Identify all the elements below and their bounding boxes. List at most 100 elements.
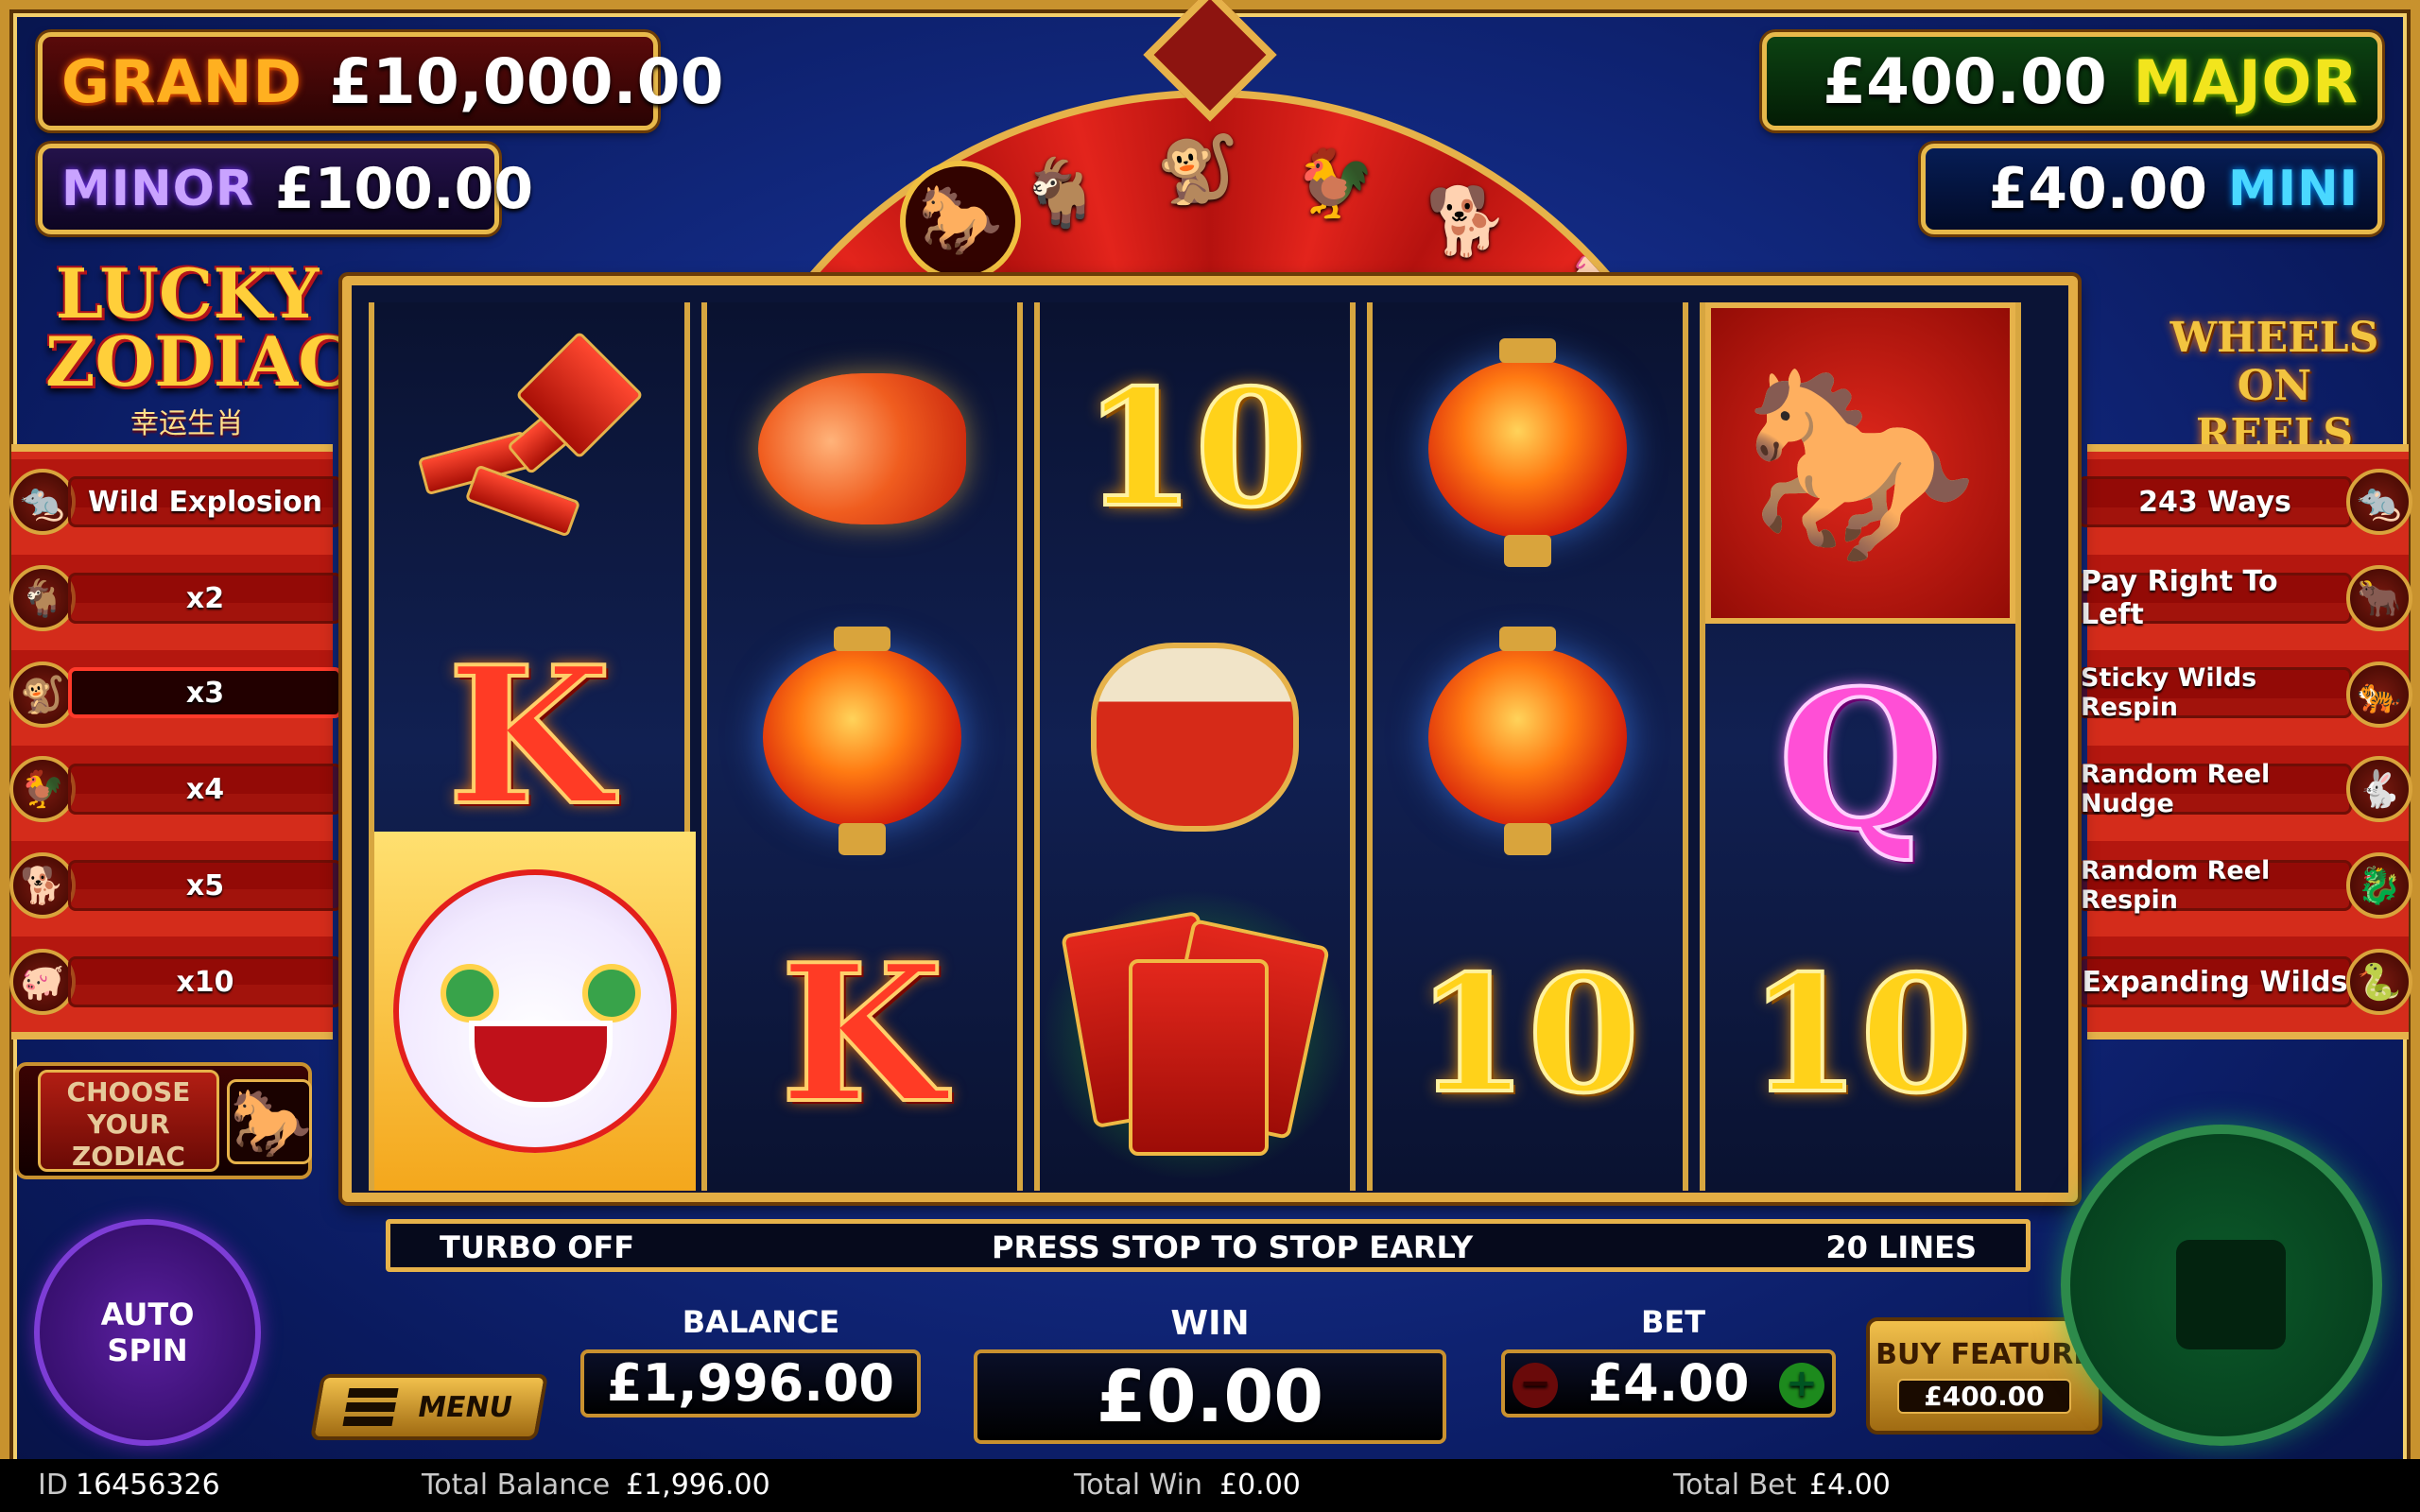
symbol-lantern (1373, 591, 1683, 884)
symbol-10: 10 (1373, 888, 1683, 1181)
symbol-10-text: 10 (1414, 940, 1642, 1129)
autospin-button[interactable]: AUTO SPIN (34, 1219, 261, 1446)
horse-icon: 🐎 (1742, 352, 1979, 574)
jackpot-mini: £40.00 MINI (1921, 144, 2382, 234)
feature-label: x4 (185, 772, 225, 806)
symbol-k-text: K (778, 923, 946, 1145)
dog-icon: 🐕 (9, 852, 76, 919)
logo-line-1: LUCKY (55, 253, 320, 334)
jackpot-grand-value: £10,000.00 (328, 44, 724, 118)
total-bet-value: £4.00 (1809, 1469, 1891, 1502)
autospin-label: AUTO SPIN (100, 1297, 195, 1368)
feature-x10: x10 (68, 956, 342, 1007)
lucky-zodiac-logo: LUCKY ZODIAC 幸运生肖 (45, 253, 353, 441)
win-value: £0.00 (974, 1349, 1446, 1444)
stop-hint: PRESS STOP TO STOP EARLY (992, 1229, 1474, 1265)
goat-icon: 🐐 (9, 565, 76, 631)
feature-label: x3 (185, 676, 225, 710)
reel-2: K (701, 302, 1023, 1191)
win-label: WIN (1170, 1304, 1250, 1343)
feature-label: x2 (185, 581, 225, 615)
rat-icon: 🐀 (9, 469, 76, 535)
choose-zodiac-panel[interactable]: CHOOSE YOUR ZODIAC 🐎 (15, 1062, 312, 1179)
bet-label: BET (1640, 1304, 1706, 1340)
logo-line-2: ZODIAC (45, 321, 353, 402)
jackpot-major-value: £400.00 (1823, 44, 2107, 118)
dragon-icon: 🐉 (2346, 852, 2412, 919)
menu-button[interactable]: MENU (309, 1374, 549, 1440)
symbol-k-text: K (445, 626, 614, 848)
feature-label: Wild Explosion (88, 485, 322, 519)
feature-label: Random Reel Respin (2081, 856, 2271, 915)
feature-x3: x3 (68, 667, 342, 718)
buy-feature-label: BUY FEATURE (1876, 1338, 2093, 1371)
symbol-q: Q (1705, 614, 2015, 907)
jackpot-major-label: MAJOR (2133, 46, 2359, 116)
symbol-10: 10 (1705, 888, 2015, 1181)
jackpot-mini-label: MINI (2228, 161, 2359, 217)
feature-pay-right-to-left: Pay Right To Left (2078, 565, 2352, 631)
balance-value: £1,996.00 (580, 1349, 921, 1418)
feature-label: x5 (185, 868, 225, 902)
feature-random-reel-respin: Random Reel Respin (2078, 856, 2352, 915)
reel-3: 10 (1034, 302, 1356, 1191)
monkey-icon: 🐒 (1156, 130, 1239, 208)
total-balance-value: £1,996.00 (626, 1469, 770, 1502)
rooster-icon: 🐓 (1293, 145, 1376, 222)
jackpot-minor-label: MINOR (61, 161, 254, 217)
feature-label: 243 Ways (2138, 485, 2291, 519)
tiger-icon: 🐅 (2346, 662, 2412, 728)
feature-wild-explosion: Wild Explosion (68, 476, 342, 527)
symbol-10: 10 (1040, 302, 1350, 595)
monkey-icon: 🐒 (9, 662, 76, 728)
total-bet-label: Total Bet (1673, 1469, 1797, 1502)
horse-icon[interactable]: 🐎 (227, 1079, 312, 1164)
feature-x4: x4 (68, 764, 342, 815)
rooster-icon: 🐓 (9, 756, 76, 822)
bet-value: £4.00 (1587, 1353, 1750, 1413)
total-win-label: Total Win (1074, 1469, 1202, 1502)
jackpot-mini-value: £40.00 (1988, 156, 2208, 222)
goat-icon: 🐐 (1019, 154, 1102, 232)
ox-icon: 🐂 (2346, 565, 2412, 631)
wheel-selected-horse-icon: 🐎 (900, 161, 1021, 282)
rabbit-icon: 🐇 (2346, 756, 2412, 822)
feature-label: Random Reel Nudge (2081, 760, 2271, 818)
wheels-on-reels-logo: WHEELS ON REELS (2169, 314, 2379, 458)
symbol-lantern (707, 591, 1017, 884)
id-label: ID (38, 1469, 68, 1502)
stop-icon (2176, 1240, 2286, 1349)
feature-expanding-wilds: Expanding Wilds (2078, 956, 2352, 1007)
reel-frame: K K 10 10 🐎 Q 10 (342, 276, 2078, 1202)
jackpot-grand: GRAND £10,000.00 (38, 32, 724, 130)
feature-sticky-wilds-respin: Sticky Wilds Respin (2078, 663, 2352, 722)
feature-label: x10 (176, 965, 234, 999)
jackpot-major: £400.00 MAJOR (1762, 32, 2382, 130)
feature-243-ways: 243 Ways (2078, 476, 2352, 527)
buy-feature-price: £400.00 (1897, 1379, 2071, 1414)
right-feature-panel: 243 Ways 🐀 Pay Right To Left 🐂 Sticky Wi… (2078, 444, 2412, 1040)
left-feature-panel: 🐀 Wild Explosion 🐐 x2 🐒 x3 🐓 x4 🐕 x5 🐖 x… (9, 444, 342, 1040)
id-value: 16456326 (76, 1469, 220, 1502)
snake-icon: 🐍 (2346, 949, 2412, 1015)
spin-stop-button[interactable] (2061, 1125, 2382, 1446)
choose-zodiac-button[interactable]: CHOOSE YOUR ZODIAC (38, 1070, 219, 1172)
menu-label: MENU (414, 1390, 515, 1424)
bet-decrease-button[interactable]: − (1512, 1363, 1558, 1408)
status-bar: ID 16456326 Total Balance £1,996.00 Tota… (0, 1459, 2420, 1512)
buy-feature-button[interactable]: BUY FEATURE £400.00 (1866, 1317, 2102, 1435)
menu-icon (342, 1388, 399, 1426)
symbol-firecrackers (374, 302, 684, 595)
turbo-status[interactable]: TURBO OFF (440, 1229, 634, 1265)
total-balance-label: Total Balance (422, 1469, 611, 1502)
dog-icon: 🐕 (1426, 182, 1509, 260)
reel-5: 🐎 Q 10 (1700, 302, 2021, 1191)
symbol-lantern (1373, 302, 1683, 595)
symbol-10-text: 10 (1081, 354, 1309, 543)
jackpot-minor-value: £100.00 (274, 156, 534, 222)
rat-icon: 🐀 (2346, 469, 2412, 535)
symbol-red-envelopes (1040, 888, 1350, 1181)
feature-random-reel-nudge: Random Reel Nudge (2078, 760, 2352, 818)
bet-increase-button[interactable]: + (1779, 1363, 1824, 1408)
symbol-koi-fish (707, 302, 1017, 595)
